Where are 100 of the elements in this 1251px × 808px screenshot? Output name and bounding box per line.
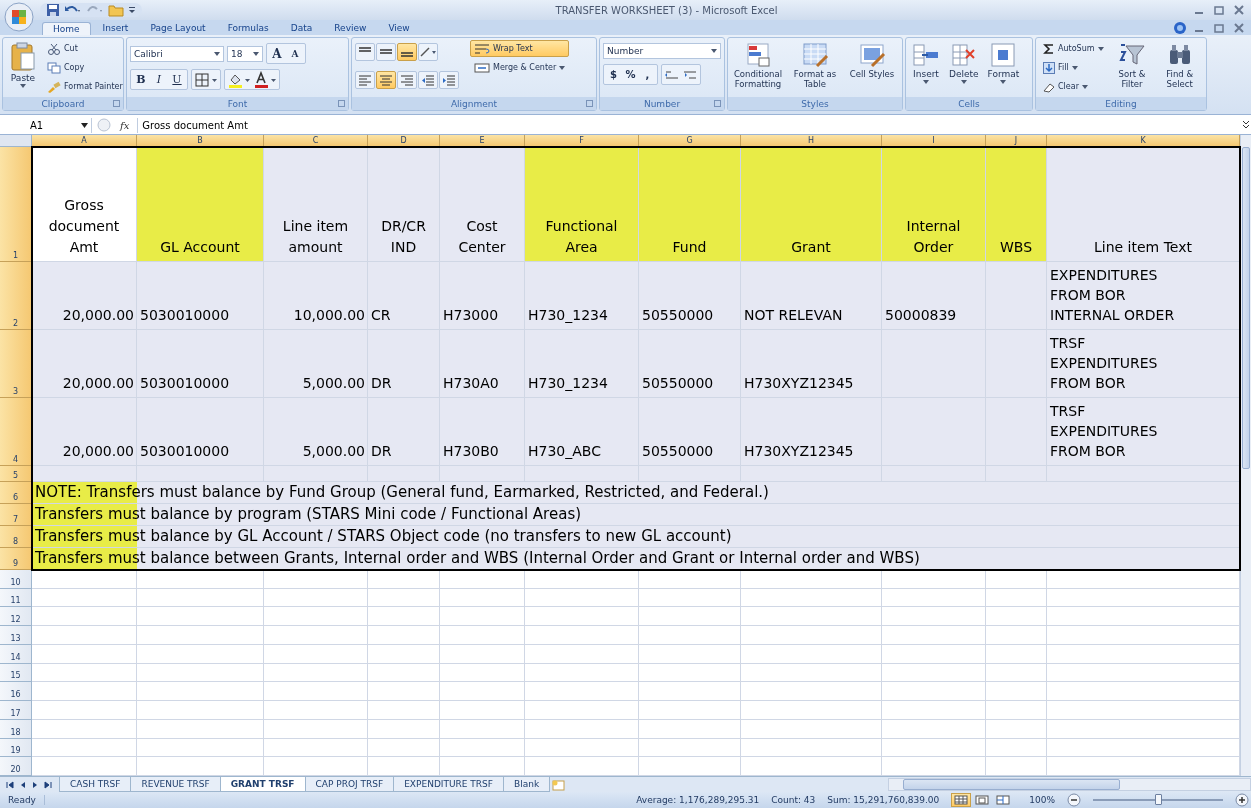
column-header[interactable]: D (368, 135, 440, 147)
close-icon[interactable] (1231, 22, 1247, 34)
clipboard-button[interactable]: Cut (43, 40, 127, 57)
row-header[interactable]: 3 (0, 330, 32, 398)
zoom-out-icon[interactable] (1067, 793, 1081, 807)
view-button[interactable] (951, 793, 972, 807)
row-header[interactable]: 20 (0, 757, 32, 777)
insert-function-button[interactable]: fx (116, 119, 134, 131)
last-sheet-icon[interactable] (42, 779, 54, 790)
column-header[interactable]: I (882, 135, 986, 147)
zoom-slider-thumb[interactable] (1155, 794, 1162, 805)
alignment-button[interactable] (439, 71, 459, 89)
alignment-button[interactable] (397, 43, 417, 61)
cells-button[interactable]: Delete (946, 40, 982, 86)
font-family-dropdown[interactable]: Calibri (130, 45, 224, 62)
number-format-button[interactable]: % (622, 66, 639, 83)
font-style-button[interactable]: I (150, 71, 168, 88)
column-header[interactable]: A (32, 135, 137, 147)
help-icon[interactable] (1173, 21, 1187, 35)
alignment-button[interactable] (355, 43, 375, 61)
sheet-tab[interactable]: Blank (503, 777, 551, 792)
styles-button[interactable]: Cell Styles (845, 40, 899, 81)
zoom-in-icon[interactable] (1235, 793, 1249, 807)
ribbon-tab[interactable]: View (378, 22, 420, 35)
ribbon-tab[interactable]: Page Layout (140, 22, 216, 35)
column-header[interactable]: E (440, 135, 525, 147)
font-style-button[interactable]: U (168, 71, 186, 88)
vertical-scrollbar[interactable] (1240, 135, 1251, 776)
borders-icon[interactable] (193, 70, 219, 89)
number-format-button[interactable]: $ (605, 66, 622, 83)
alignment-button[interactable] (418, 43, 438, 61)
ribbon-tab[interactable]: Data (280, 22, 323, 35)
zoom-level[interactable]: 100% (1029, 795, 1055, 805)
row-header[interactable]: 4 (0, 398, 32, 466)
ribbon-tab[interactable]: Review (324, 22, 377, 35)
column-header[interactable]: K (1047, 135, 1240, 147)
column-header[interactable]: F (525, 135, 639, 147)
dialog-launcher-icon[interactable] (586, 100, 593, 107)
name-box[interactable]: A1 (0, 117, 92, 133)
cells-button[interactable]: Insert (909, 40, 943, 86)
sheet-tab[interactable]: REVENUE TRSF (130, 777, 221, 792)
editing-button[interactable]: Sort & Filter (1110, 40, 1154, 91)
clipboard-button[interactable]: Copy (43, 59, 127, 76)
editing-button[interactable]: AutoSum (1039, 40, 1108, 57)
row-header[interactable]: 17 (0, 701, 32, 720)
grow-font-button[interactable]: A (268, 45, 286, 62)
editing-button[interactable]: Fill (1039, 59, 1108, 76)
column-header[interactable]: H (741, 135, 882, 147)
row-header[interactable]: 10 (0, 570, 32, 589)
ribbon-tab[interactable]: Formulas (217, 22, 279, 35)
merge-center-button[interactable]: Merge & Center (470, 59, 570, 76)
sheet-tab[interactable]: EXPENDITURE TRSF (393, 777, 504, 792)
column-header[interactable]: B (137, 135, 264, 147)
number-format-button[interactable]: , (639, 66, 656, 83)
number-format-dropdown[interactable]: Number (603, 43, 721, 59)
styles-button[interactable]: Conditional Formatting (731, 40, 785, 91)
row-header[interactable]: 9 (0, 548, 32, 570)
expand-icon[interactable] (1241, 119, 1251, 131)
save-icon[interactable] (46, 3, 60, 17)
sheet-tab[interactable]: CAP PROJ TRSF (304, 777, 395, 792)
customize-caret-icon[interactable] (128, 5, 136, 15)
row-header[interactable]: 5 (0, 466, 32, 482)
row-header[interactable]: 8 (0, 526, 32, 548)
first-sheet-icon[interactable] (4, 779, 16, 790)
paste-button[interactable]: Paste (6, 40, 40, 90)
row-header[interactable]: 2 (0, 262, 32, 330)
dialog-launcher-icon[interactable] (338, 100, 345, 107)
font-style-button[interactable]: B (132, 71, 150, 88)
alignment-button[interactable] (355, 71, 375, 89)
shrink-font-button[interactable]: A (286, 45, 304, 62)
editing-button[interactable]: Clear (1039, 78, 1108, 95)
font-size-dropdown[interactable]: 18 (227, 45, 263, 62)
alignment-button[interactable] (376, 71, 396, 89)
row-header[interactable]: 6 (0, 482, 32, 504)
sheet-tab[interactable]: GRANT TRSF (219, 777, 306, 792)
dialog-launcher-icon[interactable] (714, 100, 721, 107)
column-header[interactable]: G (639, 135, 741, 147)
row-header[interactable]: 1 (0, 147, 32, 262)
column-header[interactable]: J (986, 135, 1047, 147)
horizontal-scrollbar[interactable] (888, 778, 1251, 791)
wrap-text-button[interactable]: Wrap Text (470, 40, 570, 57)
close-icon[interactable] (1231, 4, 1247, 16)
cells-button[interactable]: Format (984, 40, 1023, 86)
row-header[interactable]: 7 (0, 504, 32, 526)
restore-icon[interactable] (1211, 22, 1227, 34)
column-header[interactable]: C (264, 135, 368, 147)
row-header[interactable]: 13 (0, 626, 32, 645)
row-header[interactable]: 16 (0, 682, 32, 702)
alignment-button[interactable] (397, 71, 417, 89)
dialog-launcher-icon[interactable] (113, 100, 120, 107)
ribbon-tab[interactable]: Home (42, 22, 91, 35)
styles-button[interactable]: Format as Table (788, 40, 842, 91)
row-header[interactable]: 12 (0, 607, 32, 627)
clipboard-button[interactable]: Format Painter (43, 78, 127, 95)
ribbon-tab[interactable]: Insert (92, 22, 139, 35)
editing-button[interactable]: Find & Select (1156, 40, 1203, 91)
font-color-icon[interactable] (252, 70, 278, 89)
sheet-tab[interactable]: CASH TRSF (59, 777, 132, 792)
alignment-button[interactable] (376, 43, 396, 61)
restore-icon[interactable] (1211, 4, 1227, 16)
